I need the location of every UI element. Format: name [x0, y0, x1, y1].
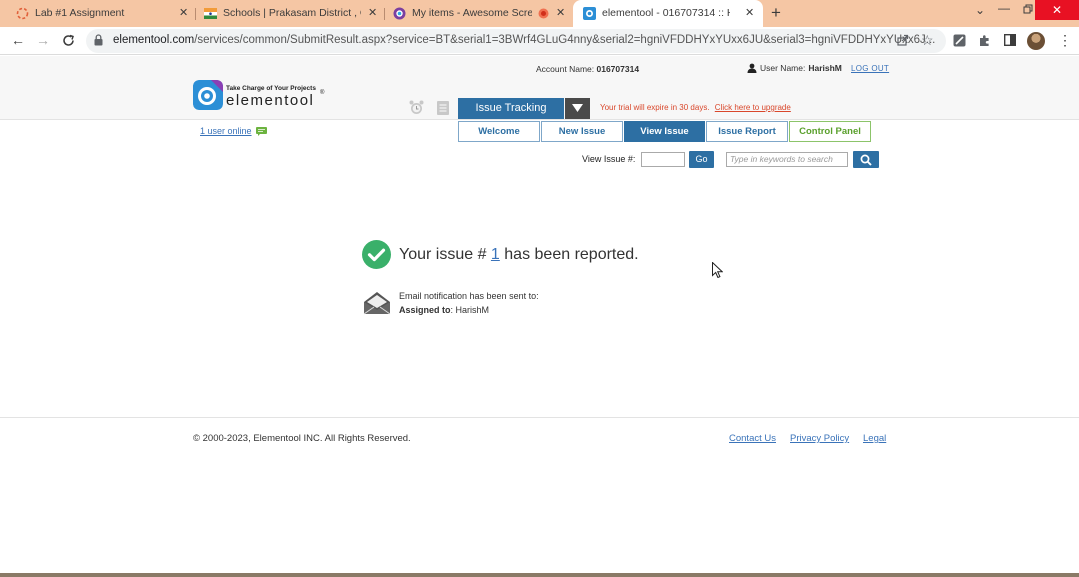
tab-control-panel[interactable]: Control Panel [789, 121, 871, 142]
keyword-search-input[interactable]: Type in keywords to search [726, 152, 848, 167]
browser-tab-title: My items - Awesome Screensh [412, 7, 532, 19]
account-value: 016707314 [596, 64, 640, 74]
user-icon [747, 63, 757, 73]
bookmark-star-icon[interactable]: ☆ [921, 32, 934, 49]
account-name: Account Name: 016707314 [536, 64, 639, 74]
user-label: User Name: [760, 63, 806, 73]
success-prefix: Your issue # [399, 245, 487, 263]
side-panel-icon[interactable] [1004, 34, 1016, 46]
forward-arrow-icon[interactable]: → [36, 32, 50, 48]
search-button[interactable] [853, 151, 879, 168]
email-notification-text: Email notification has been sent to: [399, 291, 539, 301]
issue-tracking-module-button[interactable]: Issue Tracking [458, 98, 564, 119]
browser-tab-active[interactable]: elementool - 016707314 :: Harish ✕ [573, 0, 763, 27]
legal-link[interactable]: Legal [863, 433, 886, 444]
close-tab-icon[interactable]: ✕ [745, 6, 754, 19]
go-button[interactable]: Go [689, 151, 714, 168]
browser-tab-title: Schools | Prakasam District , Gove [223, 7, 361, 19]
copyright-text: © 2000-2023, Elementool INC. All Rights … [193, 433, 411, 444]
assigned-label: Assigned to [399, 305, 451, 315]
success-message: Your issue # 1 has been reported. [362, 240, 639, 269]
success-text: Your issue # 1 has been reported. [399, 246, 639, 264]
tab-new-issue[interactable]: New Issue [541, 121, 623, 142]
tab-view-issue[interactable]: View Issue [624, 121, 705, 142]
chat-bubble-icon [255, 126, 267, 136]
recording-icon [538, 8, 549, 19]
user-name: User Name: HarishM [747, 63, 842, 73]
awesome-screenshot-icon [393, 7, 406, 20]
users-online-text: 1 user online [200, 126, 252, 136]
lock-icon[interactable] [94, 34, 103, 46]
tab-search-chevron-icon[interactable]: ⌄ [975, 3, 985, 17]
elementool-logo[interactable]: Take Charge of Your Projects elementool … [193, 80, 333, 112]
user-value: HarishM [808, 63, 842, 73]
extension-icon[interactable] [953, 34, 966, 47]
browser-tab[interactable]: Lab #1 Assignment ✕ [0, 0, 195, 27]
puzzle-extensions-icon[interactable] [978, 34, 991, 47]
success-suffix: has been reported. [504, 245, 639, 263]
envelope-icon [363, 292, 391, 315]
users-online-link[interactable]: 1 user online [200, 126, 267, 136]
close-window-button[interactable]: ✕ [1035, 0, 1079, 20]
site-footer: © 2000-2023, Elementool INC. All Rights … [0, 417, 1079, 577]
browser-tab[interactable]: Schools | Prakasam District , Gove ✕ [188, 0, 384, 27]
elementool-logo-mark [193, 80, 223, 110]
url-host: elementool.com [113, 34, 195, 46]
privacy-policy-link[interactable]: Privacy Policy [790, 433, 849, 444]
logout-link[interactable]: LOG OUT [851, 64, 889, 73]
logo-wordmark: elementool [226, 92, 315, 109]
view-issue-label: View Issue #: [582, 154, 636, 164]
browser-toolbar: ← → elementool.com/services/common/Submi… [0, 27, 1079, 55]
share-icon[interactable] [897, 34, 909, 46]
back-arrow-icon[interactable]: ← [11, 32, 25, 48]
close-tab-icon[interactable]: ✕ [368, 6, 377, 19]
profile-avatar[interactable] [1027, 32, 1045, 50]
taskbar-edge [0, 573, 1079, 577]
logo-tagline: Take Charge of Your Projects [226, 85, 316, 92]
success-check-icon [362, 240, 391, 269]
issue-number-link[interactable]: 1 [491, 246, 500, 263]
kebab-menu-icon[interactable]: ⋮ [1058, 32, 1072, 49]
minimize-icon[interactable]: — [998, 1, 1010, 15]
browser-tab-title: Lab #1 Assignment [35, 7, 125, 19]
module-dropdown-button[interactable] [565, 98, 590, 119]
url-text[interactable]: elementool.com/services/common/SubmitRes… [113, 34, 935, 46]
tab-welcome[interactable]: Welcome [458, 121, 540, 142]
url-path: /services/common/SubmitResult.aspx?servi… [194, 34, 936, 46]
mouse-cursor-icon [712, 262, 723, 278]
account-label: Account Name: [536, 64, 595, 74]
browser-tab[interactable]: My items - Awesome Screensh ✕ [377, 0, 572, 27]
view-issue-input[interactable] [641, 152, 685, 167]
india-flag-icon [204, 8, 217, 19]
close-tab-icon[interactable]: ✕ [556, 6, 565, 19]
loading-spinner-icon [16, 7, 29, 20]
elementool-favicon-icon [583, 7, 596, 20]
trial-notice: Your trial will expire in 30 days. Click… [600, 103, 791, 112]
browser-tab-title: elementool - 016707314 :: Harish [602, 7, 730, 19]
alarm-clock-icon[interactable] [409, 100, 424, 115]
restore-window-icon[interactable] [1023, 4, 1033, 14]
contact-us-link[interactable]: Contact Us [729, 433, 776, 444]
logo-registered-mark: ® [320, 90, 325, 96]
address-bar[interactable]: elementool.com/services/common/SubmitRes… [86, 29, 946, 53]
notes-icon[interactable] [437, 101, 449, 115]
trial-text: Your trial will expire in 30 days. [600, 103, 710, 112]
caret-down-icon [572, 104, 583, 112]
new-tab-icon[interactable]: + [771, 3, 781, 23]
browser-tab-strip: Lab #1 Assignment ✕ Schools | Prakasam D… [0, 0, 1079, 27]
close-tab-icon[interactable]: ✕ [179, 6, 188, 19]
page-content: Account Name: 016707314 User Name: Haris… [0, 56, 1079, 577]
reload-icon[interactable] [62, 34, 75, 47]
search-icon [860, 154, 872, 166]
upgrade-link[interactable]: Click here to upgrade [715, 103, 791, 112]
assigned-value: HarishM [455, 305, 490, 315]
tab-issue-report[interactable]: Issue Report [706, 121, 788, 142]
assigned-to: Assigned to: HarishM [399, 305, 489, 315]
